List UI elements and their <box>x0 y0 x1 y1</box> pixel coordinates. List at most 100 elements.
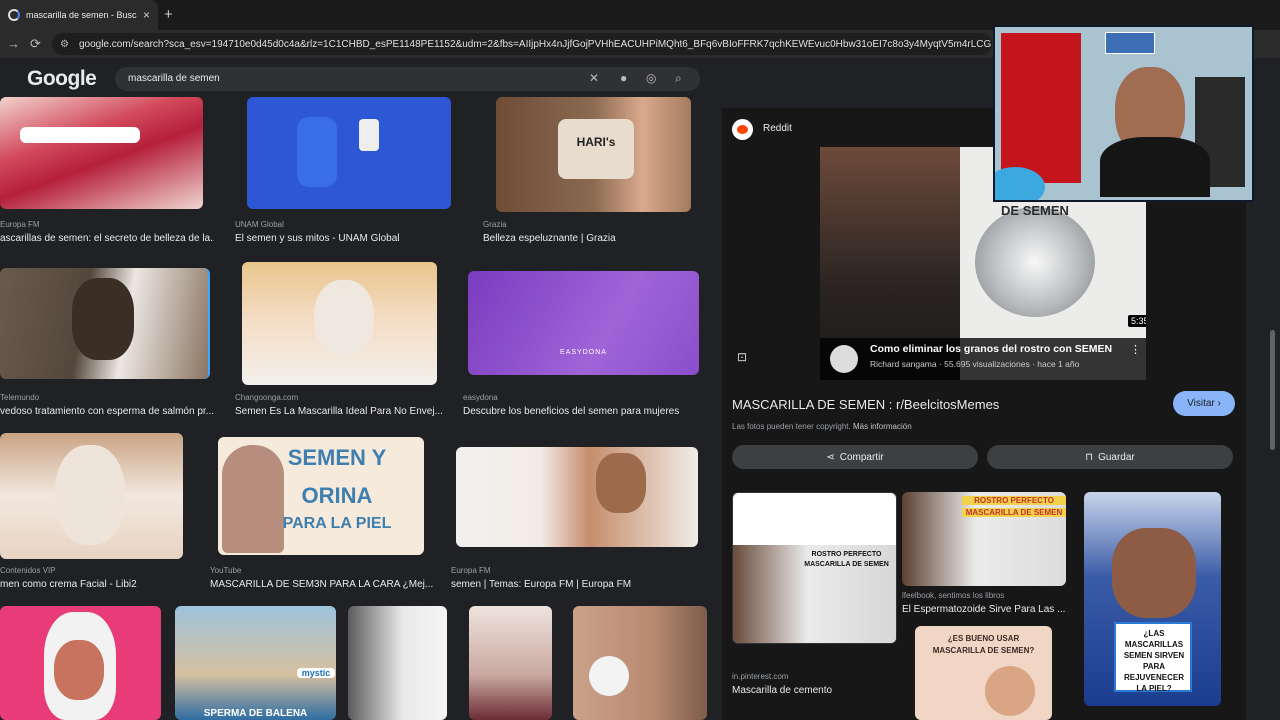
result-title[interactable]: men como crema Facial - Libi2 <box>0 579 200 590</box>
image-result[interactable] <box>242 262 437 385</box>
result-title[interactable]: semen | Temas: Europa FM | Europa FM <box>451 579 681 590</box>
result-source: YouTube <box>210 566 242 575</box>
logo-text: Google <box>27 67 97 90</box>
image-result[interactable] <box>469 606 552 720</box>
image-result[interactable] <box>0 268 210 379</box>
image-content <box>20 127 140 143</box>
product-label: mystic <box>297 668 335 678</box>
image-result[interactable] <box>247 97 451 209</box>
clear-icon[interactable]: ✕ <box>589 71 599 85</box>
reload-icon[interactable]: ⟳ <box>30 36 41 52</box>
thumbnail-text: DE SEMEN <box>1001 203 1069 218</box>
channel-avatar[interactable] <box>830 345 858 373</box>
thumbnail-text: MASCARILLA DE SEMEN? <box>932 646 1035 655</box>
result-source: in.pinterest.com <box>732 672 789 681</box>
image-content <box>55 445 125 545</box>
visit-label: Visitar <box>1187 398 1215 409</box>
image-content <box>1112 528 1196 618</box>
image-content <box>72 278 134 360</box>
door-image <box>1001 33 1081 183</box>
related-image[interactable]: ROSTRO PERFECTO MASCARILLA DE SEMEN <box>732 492 897 644</box>
share-label: Compartir <box>839 451 884 463</box>
result-source: Changoonga.com <box>235 393 299 402</box>
related-image[interactable]: ¿ES BUENO USAR MASCARILLA DE SEMEN? <box>915 626 1052 720</box>
result-title[interactable]: Descubre los beneficios del semen para m… <box>463 406 693 417</box>
copyright-note: Las fotos pueden tener copyright. Más in… <box>732 422 912 431</box>
share-icon: ⋖ <box>826 451 835 463</box>
result-title[interactable]: Semen Es La Mascarilla Ideal Para No Env… <box>235 406 450 417</box>
result-source: Telemundo <box>0 393 40 402</box>
thumbnail-text: MASCARILLA DE SEMEN <box>962 508 1066 517</box>
video-duration: 5:35 <box>1128 315 1146 327</box>
image-result[interactable] <box>0 97 203 209</box>
jar-label: HARI's <box>558 119 634 179</box>
image-result[interactable] <box>0 606 161 720</box>
address-bar[interactable]: ⚙ google.com/search?sca_esv=194710e0d45d… <box>52 33 992 55</box>
thumbnail-text: ROSTRO PERFECTO <box>811 551 882 558</box>
question-card: ¿LAS MASCARILLAS SEMEN SIRVEN PARA REJUV… <box>1114 622 1192 693</box>
result-title[interactable]: vedoso tratamiento con esperma de salmón… <box>0 406 214 417</box>
search-query: mascarilla de semen <box>128 73 220 84</box>
result-source: lfeelbook, sentimos los libros <box>902 591 1005 600</box>
thumbnail-text: ¿ES BUENO USAR <box>947 634 1020 643</box>
save-label: Guardar <box>1098 451 1135 463</box>
image-result[interactable] <box>456 447 698 547</box>
result-source: Europa FM <box>0 220 40 229</box>
search-icon[interactable]: ⌕ <box>675 71 682 86</box>
scrollbar[interactable] <box>1270 330 1275 450</box>
visit-button[interactable]: Visitar › <box>1173 391 1235 416</box>
result-title[interactable]: MASCARILLA DE SEM3N PARA LA CARA ¿Mej... <box>210 579 435 590</box>
close-tab-icon[interactable]: × <box>143 8 150 22</box>
lens-icon[interactable]: ◎ <box>646 71 656 85</box>
video-title: Como eliminar los granos del rostro con … <box>870 343 1113 355</box>
search-input[interactable]: mascarilla de semen ✕ ● ◎ ⌕ <box>115 67 700 91</box>
result-source: Grazia <box>483 220 507 229</box>
image-result[interactable]: SPERMA DE BALENA mystic <box>175 606 336 720</box>
result-source: Europa FM <box>451 566 491 575</box>
bookmark-icon: ⊓ <box>1085 451 1094 463</box>
bowl-image <box>975 207 1095 317</box>
microphone-icon[interactable]: ● <box>620 71 627 85</box>
save-button[interactable]: ⊓ Guardar <box>987 445 1233 469</box>
more-info-link[interactable]: Más información <box>853 422 912 431</box>
video-subtitle: Richard sangama · 55.695 visualizaciones… <box>870 359 1080 369</box>
image-result[interactable] <box>0 433 183 559</box>
lens-search-icon[interactable]: ⊡ <box>737 350 747 364</box>
result-source: Contenidos VIP <box>0 566 56 575</box>
result-title[interactable]: ascarillas de semen: el secreto de belle… <box>0 233 214 244</box>
image-result[interactable]: EASYDONA <box>468 271 699 375</box>
result-title[interactable]: El Espermatozoide Sirve Para Las ... <box>902 604 1066 615</box>
tab-title: mascarilla de semen - Buscar con Google <box>26 10 137 20</box>
thumbnail-text: ¿LAS MASCARILLAS SEMEN SIRVEN PARA REJUV… <box>1123 629 1185 693</box>
result-source: UNAM Global <box>235 220 284 229</box>
image-result[interactable]: HARI's <box>496 97 691 212</box>
reddit-icon <box>732 119 753 140</box>
webcam-overlay <box>993 25 1254 202</box>
related-image[interactable]: ¿LAS MASCARILLAS SEMEN SIRVEN PARA REJUV… <box>1084 492 1221 706</box>
image-result[interactable]: SEMEN Y ORINA PARA LA PIEL <box>218 437 424 555</box>
browser-tab[interactable]: mascarilla de semen - Buscar con Google … <box>0 0 158 30</box>
thumbnail-text: PARA LA PIEL <box>282 515 392 532</box>
post-title[interactable]: MASCARILLA DE SEMEN : r/BeelcitosMemes <box>732 397 999 412</box>
source-site[interactable]: Reddit <box>763 123 792 134</box>
image-result[interactable] <box>573 606 707 720</box>
image-content <box>54 640 104 700</box>
watermark-text: EASYDONA <box>560 349 607 356</box>
result-title[interactable]: El semen y sus mitos - UNAM Global <box>235 233 450 244</box>
forward-icon[interactable]: → <box>7 36 20 51</box>
google-logo[interactable]: Google <box>27 67 97 91</box>
image-content <box>733 545 896 643</box>
share-button[interactable]: ⋖ Compartir <box>732 445 978 469</box>
new-tab-button[interactable]: + <box>164 6 173 23</box>
more-options-icon[interactable]: ⋮ <box>1130 343 1141 356</box>
thumbnail-text: SEMEN Y <box>287 445 387 470</box>
site-info-icon[interactable]: ⚙ <box>60 39 69 50</box>
result-source: easydona <box>463 393 498 402</box>
result-title[interactable]: Belleza espeluznante | Grazia <box>483 233 698 244</box>
result-title[interactable]: Mascarilla de cemento <box>732 685 897 696</box>
image-content <box>589 656 629 696</box>
image-result[interactable] <box>348 606 447 720</box>
related-image[interactable]: ROSTRO PERFECTO MASCARILLA DE SEMEN <box>902 492 1066 586</box>
image-content <box>985 666 1035 716</box>
tv-image <box>1105 32 1155 54</box>
